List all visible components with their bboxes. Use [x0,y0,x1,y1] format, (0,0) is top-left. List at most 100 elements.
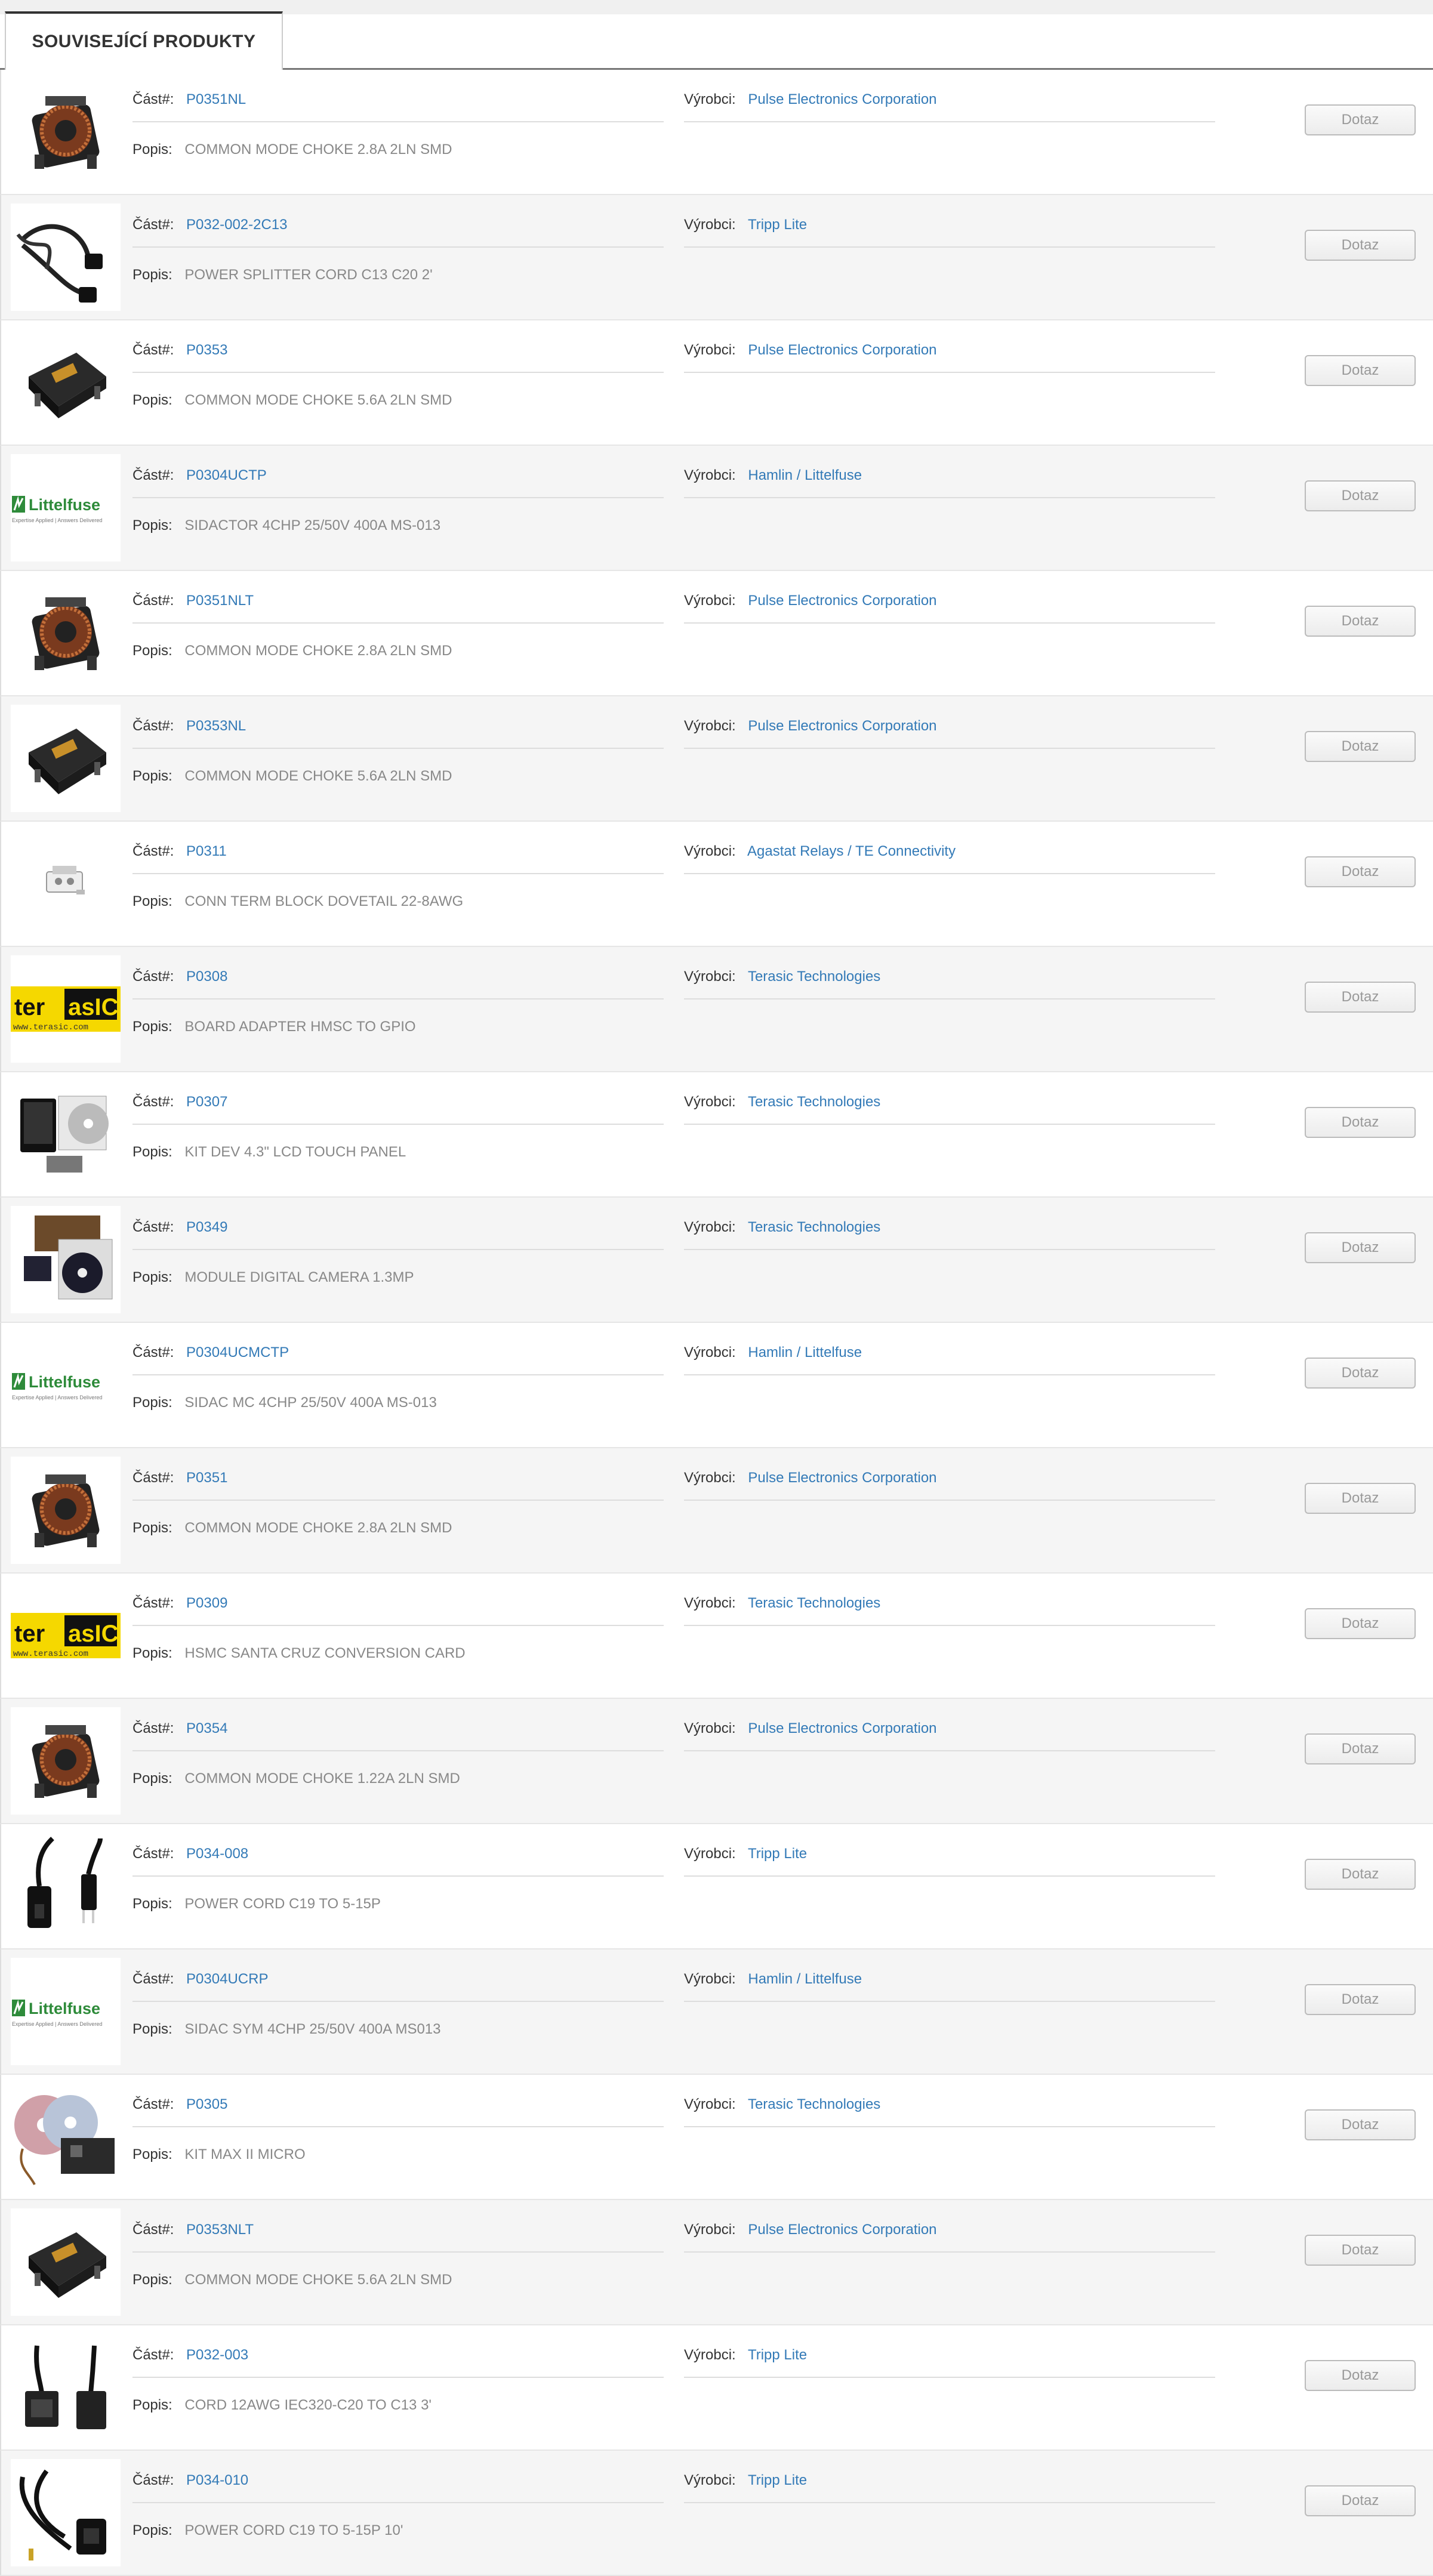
part-link[interactable]: P0351NLT [186,593,254,609]
product-image[interactable]: Littelfuse Expertise Applied | Answers De… [11,454,121,562]
product-row: Část#: P034-008 Popis: POWER CORD C19 TO… [0,1824,1433,1949]
manufacturer-link[interactable]: Pulse Electronics Corporation [748,91,936,107]
inquiry-button[interactable]: Dotaz [1305,104,1416,135]
product-image[interactable]: Littelfuse Expertise Applied | Answers De… [11,1958,121,2065]
manufacturer-link[interactable]: Hamlin / Littelfuse [748,1344,862,1361]
product-image[interactable] [11,203,121,311]
part-link[interactable]: P0353NL [186,718,246,734]
manufacturer-link[interactable]: Tripp Lite [748,1846,807,1862]
manufacturer-link[interactable]: Tripp Lite [748,2472,807,2488]
manufacturer-link[interactable]: Terasic Technologies [748,1094,880,1110]
divider [132,622,664,624]
part-link[interactable]: P034-010 [186,2472,248,2488]
manufacturer-field: Výrobci: Hamlin / Littelfuse [684,467,862,484]
product-image[interactable] [11,78,121,186]
manufacturer-link[interactable]: Pulse Electronics Corporation [748,593,936,609]
divider [132,1750,664,1751]
product-image[interactable] [11,1707,121,1815]
part-link[interactable]: P0354 [186,1720,227,1736]
part-link[interactable]: P0353NLT [186,2222,254,2238]
manufacturer-link[interactable]: Hamlin / Littelfuse [748,1971,862,1987]
inquiry-button[interactable]: Dotaz [1305,2109,1416,2140]
manufacturer-link[interactable]: Hamlin / Littelfuse [748,467,862,483]
description-value: POWER CORD C19 TO 5-15P 10' [184,2522,403,2538]
part-link[interactable]: P0304UCRP [186,1971,268,1987]
product-image[interactable] [11,1457,121,1564]
inquiry-button[interactable]: Dotaz [1305,2235,1416,2266]
product-row: Littelfuse Expertise Applied | Answers De… [0,1949,1433,2075]
part-link[interactable]: P0309 [186,1595,227,1611]
product-image[interactable] [11,2334,121,2441]
product-image[interactable] [11,2459,121,2566]
part-link[interactable]: P0351NL [186,91,246,107]
part-link[interactable]: P0351 [186,1470,227,1486]
inquiry-button[interactable]: Dotaz [1305,982,1416,1013]
product-image[interactable]: ter asIC www.terasic.com [11,1582,121,1689]
manufacturer-link[interactable]: Tripp Lite [748,2347,807,2363]
manufacturer-link[interactable]: Terasic Technologies [748,968,880,985]
part-field: Část#: P0349 [132,1219,227,1236]
part-link[interactable]: P034-008 [186,1846,248,1862]
tab-related-products[interactable]: SOUVISEJÍCÍ PRODUKTY [5,11,283,70]
product-row: Část#: P0349 Popis: MODULE DIGITAL CAMER… [0,1198,1433,1323]
inquiry-button[interactable]: Dotaz [1305,1984,1416,2015]
manufacturer-link[interactable]: Pulse Electronics Corporation [748,2222,936,2238]
inquiry-button[interactable]: Dotaz [1305,1859,1416,1890]
inquiry-button[interactable]: Dotaz [1305,1232,1416,1263]
inquiry-button[interactable]: Dotaz [1305,731,1416,762]
part-link[interactable]: P032-003 [186,2347,248,2363]
manufacturer-label: Výrobci: [684,1094,736,1110]
product-image[interactable] [11,329,121,436]
product-row: Část#: P032-002-2C13 Popis: POWER SPLITT… [0,195,1433,320]
product-image[interactable] [11,1081,121,1188]
part-link[interactable]: P0305 [186,2096,227,2112]
manufacturer-link[interactable]: Terasic Technologies [748,2096,880,2112]
manufacturer-link[interactable]: Pulse Electronics Corporation [748,718,936,734]
inquiry-button[interactable]: Dotaz [1305,2485,1416,2516]
part-link[interactable]: P0304UCMCTP [186,1344,289,1361]
manufacturer-label: Výrobci: [684,1219,736,1235]
manufacturer-link[interactable]: Pulse Electronics Corporation [748,342,936,358]
part-link[interactable]: P0353 [186,342,227,358]
divider [132,1374,664,1375]
description-field: Popis: COMMON MODE CHOKE 5.6A 2LN SMD [132,2272,452,2288]
part-field: Část#: P034-008 [132,1846,248,1862]
part-link[interactable]: P0308 [186,968,227,985]
product-image[interactable] [11,2083,121,2191]
inquiry-button[interactable]: Dotaz [1305,1107,1416,1138]
divider [132,2251,664,2253]
part-field: Část#: P0353NL [132,718,246,735]
product-image[interactable]: ter asIC www.terasic.com [11,955,121,1063]
inquiry-button[interactable]: Dotaz [1305,2360,1416,2391]
divider [684,998,1215,999]
manufacturer-link[interactable]: Agastat Relays / TE Connectivity [747,843,956,859]
product-image[interactable]: Littelfuse Expertise Applied | Answers De… [11,1331,121,1439]
manufacturer-field: Výrobci: Tripp Lite [684,217,807,233]
inquiry-button[interactable]: Dotaz [1305,355,1416,386]
part-link[interactable]: P0307 [186,1094,227,1110]
part-link[interactable]: P0349 [186,1219,227,1235]
product-image[interactable] [11,579,121,687]
product-image[interactable] [11,830,121,937]
part-label: Část#: [132,1470,174,1486]
manufacturer-link[interactable]: Terasic Technologies [748,1595,880,1611]
inquiry-button[interactable]: Dotaz [1305,606,1416,637]
manufacturer-link[interactable]: Pulse Electronics Corporation [748,1470,936,1486]
inquiry-button[interactable]: Dotaz [1305,1608,1416,1639]
product-image[interactable] [11,1206,121,1313]
product-image[interactable] [11,705,121,812]
inquiry-button[interactable]: Dotaz [1305,856,1416,887]
product-image[interactable] [11,1832,121,1940]
product-image[interactable] [11,2208,121,2316]
inquiry-button[interactable]: Dotaz [1305,480,1416,511]
part-link[interactable]: P0304UCTP [186,467,267,483]
inquiry-button[interactable]: Dotaz [1305,1733,1416,1764]
part-link[interactable]: P032-002-2C13 [186,217,287,233]
inquiry-button[interactable]: Dotaz [1305,230,1416,261]
inquiry-button[interactable]: Dotaz [1305,1483,1416,1514]
manufacturer-link[interactable]: Tripp Lite [748,217,807,233]
inquiry-button[interactable]: Dotaz [1305,1358,1416,1389]
manufacturer-link[interactable]: Terasic Technologies [748,1219,880,1235]
part-link[interactable]: P0311 [186,843,227,859]
manufacturer-link[interactable]: Pulse Electronics Corporation [748,1720,936,1736]
